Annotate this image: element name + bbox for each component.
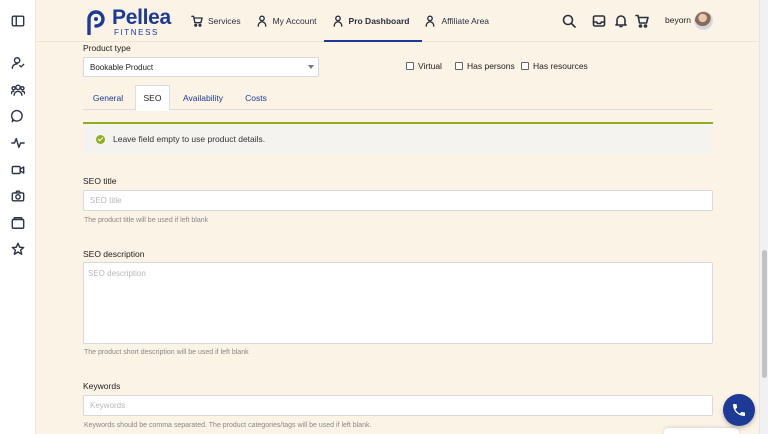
info-notice: Leave field empty to use product details…	[83, 122, 713, 154]
nav-item-label: My Account	[272, 16, 317, 26]
camera-icon[interactable]	[10, 188, 26, 204]
chat-widget-tab[interactable]	[664, 428, 739, 434]
top-header: Pellea FITNESS Services My Account Pro D…	[37, 0, 759, 42]
scrollbar-thumb[interactable]	[762, 250, 767, 378]
main-nav: Services My Account Pro Dashboard Affili…	[187, 0, 500, 42]
tab-general[interactable]: General	[83, 85, 133, 110]
seo-title-hint: The product title will be used if left b…	[84, 217, 209, 224]
wallet-icon[interactable]	[10, 215, 26, 231]
keywords-label: Keywords	[83, 381, 121, 391]
bell-icon[interactable]	[614, 14, 628, 28]
checkbox-label: Has resources	[533, 61, 588, 71]
chat-icon[interactable]	[10, 108, 26, 124]
seo-description-textarea[interactable]	[83, 262, 713, 344]
nav-item-services[interactable]: Services	[187, 0, 250, 42]
virtual-checkbox[interactable]: Virtual	[406, 61, 442, 71]
logo-mark-icon	[87, 10, 105, 35]
checkbox-box[interactable]	[521, 62, 529, 70]
brand-subtitle: FITNESS	[114, 28, 159, 37]
user-icon	[425, 15, 436, 27]
nav-item-affiliate-area[interactable]: Affiliate Area	[420, 0, 498, 42]
tab-seo[interactable]: SEO	[135, 85, 170, 111]
notice-text: Leave field empty to use product details…	[113, 134, 266, 144]
activity-icon[interactable]	[10, 135, 26, 151]
user-profile-icon[interactable]	[10, 55, 26, 71]
checkbox-label: Has persons	[467, 61, 515, 71]
avatar[interactable]	[694, 11, 713, 30]
users-group-icon[interactable]	[10, 82, 26, 98]
checkbox-label: Virtual	[418, 61, 442, 71]
nav-item-label: Services	[208, 16, 241, 26]
star-icon[interactable]	[10, 241, 26, 257]
check-circle-icon	[96, 134, 105, 144]
seo-description-label: SEO description	[83, 249, 145, 259]
inbox-icon[interactable]	[592, 14, 606, 28]
has-persons-checkbox[interactable]: Has persons	[455, 61, 515, 71]
seo-title-label: SEO title	[83, 176, 117, 186]
user-icon	[332, 15, 343, 27]
has-resources-checkbox[interactable]: Has resources	[521, 61, 588, 71]
left-sidebar	[0, 0, 36, 434]
user-icon	[257, 15, 267, 27]
checkbox-box[interactable]	[455, 62, 463, 70]
phone-icon	[733, 404, 745, 416]
tab-costs[interactable]: Costs	[235, 85, 277, 110]
keywords-input[interactable]	[83, 395, 713, 416]
nav-item-label: Pro Dashboard	[348, 16, 410, 26]
brand-name: Pellea	[112, 6, 171, 29]
search-icon[interactable]	[562, 14, 576, 28]
chevron-down-icon	[308, 65, 314, 69]
cart-icon	[191, 15, 203, 27]
call-button[interactable]	[723, 394, 755, 426]
tab-availability[interactable]: Availability	[173, 85, 233, 110]
page-scrollbar[interactable]	[759, 0, 768, 434]
username[interactable]: beyorn	[665, 15, 691, 25]
product-type-value: Bookable Product	[90, 63, 154, 72]
brand-logo[interactable]: Pellea FITNESS	[85, 7, 171, 37]
product-type-select[interactable]: Bookable Product	[83, 57, 319, 77]
nav-item-pro-dashboard[interactable]: Pro Dashboard	[323, 0, 423, 42]
video-icon[interactable]	[10, 162, 26, 178]
checkbox-box[interactable]	[406, 62, 414, 70]
nav-item-my-account[interactable]: My Account	[252, 0, 326, 42]
product-form: Product type Bookable Product Virtual Ha…	[37, 42, 759, 434]
seo-title-input[interactable]	[83, 190, 713, 211]
seo-description-hint: The product short description will be us…	[84, 349, 249, 356]
nav-item-label: Affiliate Area	[441, 16, 490, 26]
product-tabs: General SEO Availability Costs	[83, 85, 713, 111]
cart-icon[interactable]	[635, 14, 649, 28]
sidebar-toggle-icon[interactable]	[10, 13, 26, 29]
product-type-label: Product type	[83, 43, 131, 53]
keywords-hint: Keywords should be comma separated. The …	[84, 422, 372, 429]
